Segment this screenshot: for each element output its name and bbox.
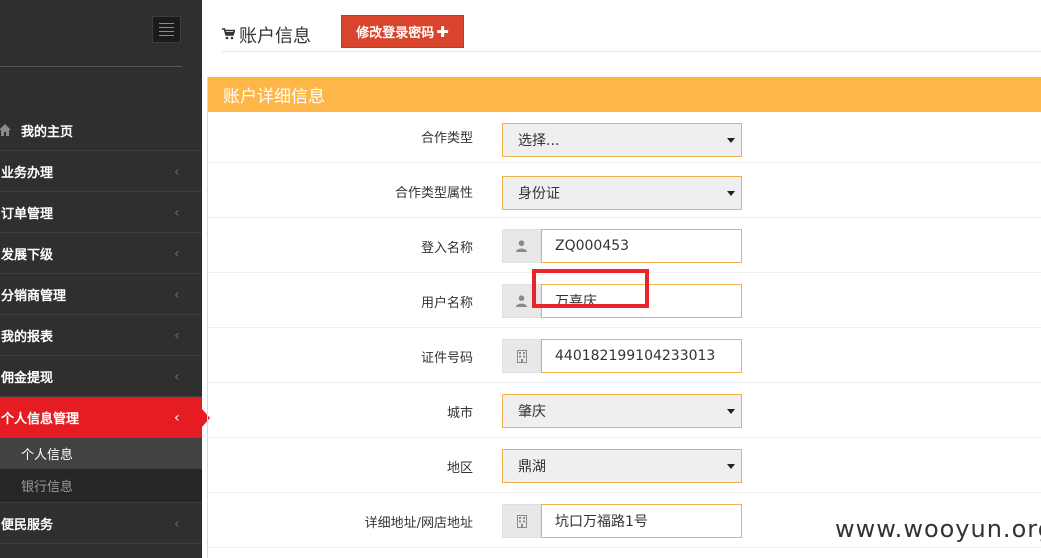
select-value: 身份证 (518, 186, 560, 202)
chevron-left-icon: ‹ (174, 328, 180, 344)
chevron-left-icon: ‹ (174, 287, 180, 303)
plus-icon: ✚ (436, 22, 449, 41)
city-select[interactable]: 肇庆 (502, 394, 742, 428)
field-label: 合作类型 (420, 131, 473, 146)
sidebar-subitem-label: 银行信息 (21, 480, 74, 495)
account-detail-panel: 账户详细信息 合作类型 选择... 合作类型属性 身份证 登入名称 ZQ0004… (207, 77, 1041, 558)
sidebar-item-reports[interactable]: 我的报表 ‹ (0, 315, 202, 356)
chevron-left-icon: ‹ (174, 410, 180, 426)
sidebar-nav: 我的主页 业务办理 ‹ 订单管理 ‹ 发展下级 ‹ 分销商管理 ‹ 我的报表 ‹… (0, 110, 210, 544)
form-row-cooperation-type: 合作类型 选择... (208, 112, 1041, 163)
menu-toggle-button[interactable] (152, 16, 181, 43)
select-value: 选择... (518, 133, 560, 149)
form-row-cooperation-attr: 合作类型属性 身份证 (208, 163, 1041, 218)
caret-down-icon (727, 138, 735, 143)
select-value: 鼎湖 (518, 459, 546, 475)
menu-icon-line (159, 27, 174, 28)
form-row-user-name: 用户名称 万喜庆 (208, 269, 1041, 328)
chevron-left-icon: ‹ (174, 369, 180, 385)
address-input[interactable]: 坑口万福路1号 (541, 504, 742, 538)
login-name-input[interactable]: ZQ000453 (541, 229, 742, 263)
field-label: 详细地址/网店地址 (364, 516, 473, 531)
menu-icon-line (159, 31, 174, 32)
cooperation-attr-select[interactable]: 身份证 (502, 176, 742, 210)
sidebar-item-label: 发展下级 (1, 247, 54, 263)
form-row-id-number: 证件号码 440182199104233013 (208, 328, 1041, 383)
sidebar-item-label: 订单管理 (1, 206, 54, 222)
sidebar-item-label: 业务办理 (1, 165, 54, 181)
sidebar-divider (0, 66, 182, 67)
select-value: 肇庆 (518, 404, 546, 420)
cooperation-type-select[interactable]: 选择... (502, 123, 742, 157)
id-number-input[interactable]: 440182199104233013 (541, 339, 742, 373)
menu-icon-line (159, 35, 174, 36)
sidebar-item-label: 便民服务 (1, 517, 54, 533)
user-icon (502, 229, 541, 263)
sidebar-item-label: 我的报表 (1, 329, 54, 345)
sidebar-item-subordinates[interactable]: 发展下级 ‹ (0, 233, 202, 274)
sidebar-item-label: 分销商管理 (1, 288, 67, 304)
sidebar-item-label: 我的主页 (21, 124, 74, 140)
form-row-city: 城市 肇庆 (208, 383, 1041, 438)
form-row-district: 地区 鼎湖 (208, 438, 1041, 493)
field-label: 证件号码 (420, 351, 473, 366)
sidebar-item-label: 个人信息管理 (1, 412, 80, 427)
sidebar-item-business[interactable]: 业务办理 ‹ (0, 151, 202, 192)
id-number-group: 440182199104233013 (502, 339, 742, 373)
building-icon (502, 504, 541, 538)
caret-down-icon (727, 464, 735, 469)
building-icon (502, 339, 541, 373)
sidebar-item-orders[interactable]: 订单管理 ‹ (0, 192, 202, 233)
sidebar-submenu: 个人信息 银行信息 (0, 438, 202, 503)
caret-down-icon (727, 409, 735, 414)
address-group: 坑口万福路1号 (502, 504, 742, 538)
watermark: www.wooyun.org (835, 515, 1041, 543)
sidebar-subitem-personal-info[interactable]: 个人信息 (0, 438, 202, 469)
user-name-group: 万喜庆 (502, 284, 742, 318)
field-label: 地区 (446, 461, 473, 476)
user-icon (502, 284, 541, 318)
login-name-group: ZQ000453 (502, 229, 742, 263)
chevron-left-icon: ‹ (174, 246, 180, 262)
sidebar-item-commission[interactable]: 佣金提现 ‹ (0, 356, 202, 397)
field-label: 用户名称 (420, 296, 473, 311)
sidebar: 我的主页 业务办理 ‹ 订单管理 ‹ 发展下级 ‹ 分销商管理 ‹ 我的报表 ‹… (0, 0, 210, 558)
sidebar-item-services[interactable]: 便民服务 ‹ (0, 503, 202, 544)
sidebar-subitem-label: 个人信息 (21, 448, 74, 463)
home-icon (0, 124, 11, 136)
page-header: 账户信息 修改登录密码 ✚ (222, 0, 1041, 52)
field-label: 合作类型属性 (394, 186, 473, 201)
change-password-button[interactable]: 修改登录密码 ✚ (341, 15, 464, 48)
user-name-input[interactable]: 万喜庆 (541, 284, 742, 318)
sidebar-item-personal-info[interactable]: 个人信息管理 ‹ (0, 397, 210, 438)
change-password-label: 修改登录密码 (356, 26, 435, 41)
chevron-left-icon: ‹ (174, 164, 180, 180)
field-label: 登入名称 (420, 241, 473, 256)
panel-title: 账户详细信息 (208, 77, 1041, 112)
menu-icon-line (159, 23, 174, 24)
sidebar-subitem-bank-info[interactable]: 银行信息 (0, 469, 202, 503)
field-label: 城市 (446, 406, 473, 421)
cart-icon (222, 28, 235, 40)
sidebar-item-home[interactable]: 我的主页 (0, 110, 202, 151)
district-select[interactable]: 鼎湖 (502, 449, 742, 483)
page-title: 账户信息 (239, 26, 311, 47)
sidebar-item-distributors[interactable]: 分销商管理 ‹ (0, 274, 202, 315)
form-row-login-name: 登入名称 ZQ000453 (208, 218, 1041, 273)
sidebar-item-label: 佣金提现 (1, 370, 54, 386)
chevron-left-icon: ‹ (174, 205, 180, 221)
chevron-left-icon: ‹ (174, 516, 180, 532)
caret-down-icon (727, 191, 735, 196)
